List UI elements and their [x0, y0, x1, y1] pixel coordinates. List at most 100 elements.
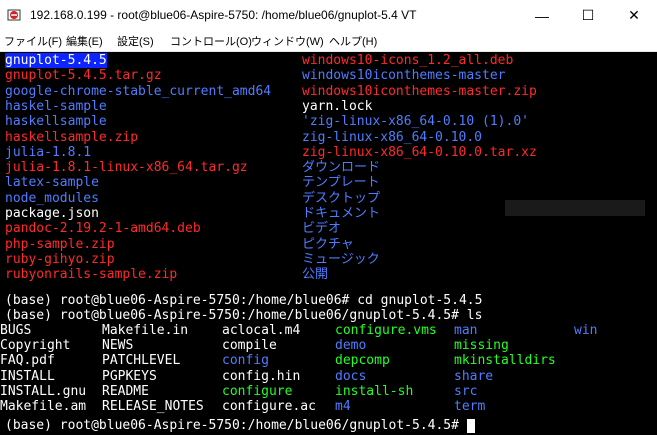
- listing-entry: デスクトップ: [302, 190, 381, 206]
- ls-entry: Copyright: [0, 338, 71, 354]
- listing-entry: ピクチャ: [302, 236, 354, 252]
- ls-entry: Makefile.am: [0, 399, 87, 414]
- ls-entry: README: [102, 383, 149, 399]
- ls-entry: missing: [454, 338, 509, 354]
- listing-entry: zig-linux-x86_64-0.10.0: [302, 129, 483, 145]
- maximize-icon: ☐: [581, 7, 595, 23]
- ls-entry: compile: [222, 338, 277, 354]
- menu-window[interactable]: ウィンドウ(W): [251, 33, 324, 49]
- ls-entry: mkinstalldirs: [454, 353, 556, 369]
- listing-entry: node_modules: [5, 190, 99, 206]
- menu-help[interactable]: ヘルプ(H): [329, 33, 377, 49]
- listing-entry: julia-1.8.1: [5, 144, 92, 160]
- menu-file[interactable]: ファイル(F): [4, 33, 62, 49]
- ls-entry: aclocal.m4: [222, 323, 301, 338]
- ls-entry: config: [222, 353, 269, 369]
- ls-entry: INSTALL: [0, 368, 55, 384]
- ls-entry: src: [454, 383, 478, 399]
- ls-entry: win: [574, 323, 598, 338]
- listing-row: haskellsample.zip: [5, 130, 138, 145]
- listing-entry: windows10-icons_1.2_all.deb: [302, 53, 514, 68]
- listing-row: gnuplot-5.4.5.tar.gz: [5, 68, 162, 83]
- teraterm-icon: [7, 9, 21, 21]
- listing-entry: php-sample.zip: [5, 236, 115, 252]
- listing-entry: 公開: [302, 267, 329, 283]
- close-button[interactable]: ✕: [611, 0, 657, 31]
- listing-entry: gnuplot-5.4.5: [5, 53, 107, 68]
- final-prompt-line: (base) root@blue06-Aspire-5750:/home/blu…: [5, 418, 475, 433]
- listing-entry: ダウンロード: [302, 160, 381, 176]
- listing-entry: ruby-gihyo.zip: [5, 251, 115, 267]
- listing-entry: windows10iconthemes-master.zip: [302, 83, 537, 99]
- listing-row: rubyonrails-sample.zip: [5, 267, 177, 282]
- listing-entry: ドキュメント: [302, 206, 381, 221]
- minimize-icon: —: [535, 7, 549, 24]
- ls-entry: PATCHLEVEL: [102, 353, 181, 369]
- listing-entry: テンプレート: [302, 175, 380, 191]
- ls-entry: m4: [335, 399, 351, 414]
- terminal-window: 192.168.0.199 - root@blue06-Aspire-5750:…: [0, 0, 657, 435]
- listing-row: google-chrome-stable_current_amd64: [5, 84, 271, 99]
- ls-entry: FAQ.pdf: [0, 353, 55, 369]
- listing-entry: yarn.lock: [302, 98, 373, 114]
- close-icon: ✕: [628, 7, 640, 23]
- listing-row: julia-1.8.1: [5, 145, 91, 160]
- listing-entry: windows10iconthemes-master: [302, 68, 506, 84]
- ls-entry: Makefile.in: [102, 323, 189, 338]
- listing-entry: ビデオ: [302, 221, 342, 237]
- listing-entry: latex-sample: [5, 175, 99, 191]
- ls-entry: demo: [335, 338, 367, 354]
- cursor: [466, 418, 475, 433]
- listing-row: latex-sample: [5, 175, 99, 190]
- menu-control[interactable]: コントロール(O): [170, 33, 252, 49]
- listing-entry: ミュージック: [302, 251, 380, 267]
- ls-entry: config.hin: [222, 368, 301, 384]
- listing-row: package.json: [5, 206, 99, 221]
- listing-entry: package.json: [5, 206, 99, 221]
- ls-entry: depcomp: [335, 353, 390, 369]
- terminal-area[interactable]: gnuplot-5.4.5 gnuplot-5.4.5.tar.gz google-…: [0, 52, 657, 435]
- prompt-line-ls: (base) root@blue06-Aspire-5750:/home/blu…: [5, 308, 483, 323]
- final-prompt-text: (base) root@blue06-Aspire-5750:/home/blu…: [5, 418, 467, 433]
- listing-row: gnuplot-5.4.5: [5, 53, 107, 68]
- listing-entry: zig-linux-x86_64-0.10.0.tar.xz: [302, 144, 537, 160]
- ls-entry: configure: [222, 383, 293, 399]
- listing-entry: haskel-sample: [5, 98, 107, 114]
- title-bar[interactable]: 192.168.0.199 - root@blue06-Aspire-5750:…: [0, 0, 657, 31]
- ls-entry: configure.ac: [222, 399, 316, 414]
- maximize-button[interactable]: ☐: [565, 0, 611, 31]
- ls-entry: RELEASE_NOTES: [102, 399, 204, 414]
- ls-entry: NEWS: [102, 338, 134, 354]
- listing-entry: 'zig-linux-x86_64-0.10 (1).0': [302, 114, 529, 130]
- menu-settings[interactable]: 設定(S): [117, 33, 154, 49]
- listing-row: haskel-sample: [5, 99, 107, 114]
- listing-entry: rubyonrails-sample.zip: [5, 267, 178, 283]
- menu-edit[interactable]: 編集(E): [66, 33, 103, 49]
- ls-entry: install-sh: [335, 383, 414, 399]
- listing-entry: haskellsample: [5, 114, 107, 130]
- listing-entry: pandoc-2.19.2-1-amd64.deb: [5, 221, 201, 237]
- ghost-overlay: [505, 200, 645, 216]
- ls-entry: man: [454, 323, 478, 338]
- listing-row: julia-1.8.1-linux-x86_64.tar.gz: [5, 160, 248, 175]
- listing-row: php-sample.zip: [5, 237, 115, 252]
- ls-entry: configure.vms: [335, 323, 437, 338]
- listing-row: node_modules: [5, 191, 99, 206]
- ls-entry: share: [454, 368, 494, 384]
- menu-bar: ファイル(F) 編集(E) 設定(S) コントロール(O) ウィンドウ(W) ヘ…: [0, 31, 657, 52]
- prompt-line-cd: (base) root@blue06-Aspire-5750:/home/blu…: [5, 293, 483, 308]
- minimize-button[interactable]: —: [519, 0, 565, 31]
- listing-row: pandoc-2.19.2-1-amd64.deb: [5, 221, 201, 236]
- ls-entry: PGPKEYS: [102, 368, 157, 384]
- window-title: 192.168.0.199 - root@blue06-Aspire-5750:…: [30, 8, 417, 22]
- listing-row: haskellsample: [5, 114, 107, 129]
- listing-entry: google-chrome-stable_current_amd64: [5, 83, 272, 99]
- listing-entry: haskellsample.zip: [5, 129, 139, 145]
- ls-entry: term: [454, 399, 486, 414]
- ls-entry: INSTALL.gnu: [0, 383, 87, 399]
- listing-entry: julia-1.8.1-linux-x86_64.tar.gz: [5, 160, 248, 176]
- ls-entry: docs: [335, 368, 367, 384]
- listing-entry: gnuplot-5.4.5.tar.gz: [5, 68, 162, 84]
- listing-row: ruby-gihyo.zip: [5, 252, 115, 267]
- ls-entry: BUGS: [0, 323, 32, 338]
